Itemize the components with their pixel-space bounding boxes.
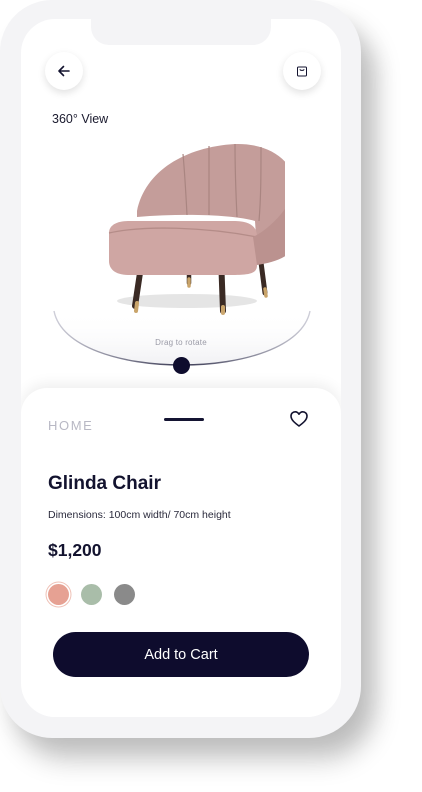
app-screen: 360° View Drag to rotate HOME Glinda Cha… (21, 19, 341, 717)
arrow-left-icon (58, 65, 70, 77)
bag-button[interactable] (283, 52, 321, 90)
back-button[interactable] (45, 52, 83, 90)
shopping-bag-icon (297, 66, 307, 77)
product-image-chair (108, 143, 285, 315)
phone-frame: 360° View Drag to rotate HOME Glinda Cha… (0, 0, 361, 738)
drag-to-rotate-hint: Drag to rotate (155, 338, 207, 347)
color-swatch-gray[interactable] (114, 584, 135, 605)
color-swatch-pink[interactable] (48, 584, 69, 605)
view-mode-label: 360° View (52, 112, 109, 126)
color-swatches (48, 584, 135, 605)
product-price: $1,200 (48, 540, 102, 560)
product-category: HOME (48, 418, 94, 433)
product-dimensions: Dimensions: 100cm width/ 70cm height (48, 509, 231, 521)
add-to-cart-button[interactable]: Add to Cart (53, 632, 309, 677)
phone-notch (91, 19, 271, 45)
heart-outline-icon[interactable] (289, 410, 309, 428)
color-swatch-sage[interactable] (81, 584, 102, 605)
rotate-handle[interactable] (173, 357, 190, 374)
product-details-card: HOME Glinda Chair Dimensions: 100cm widt… (21, 388, 341, 717)
product-title: Glinda Chair (48, 473, 161, 494)
card-drag-handle[interactable] (164, 418, 204, 421)
